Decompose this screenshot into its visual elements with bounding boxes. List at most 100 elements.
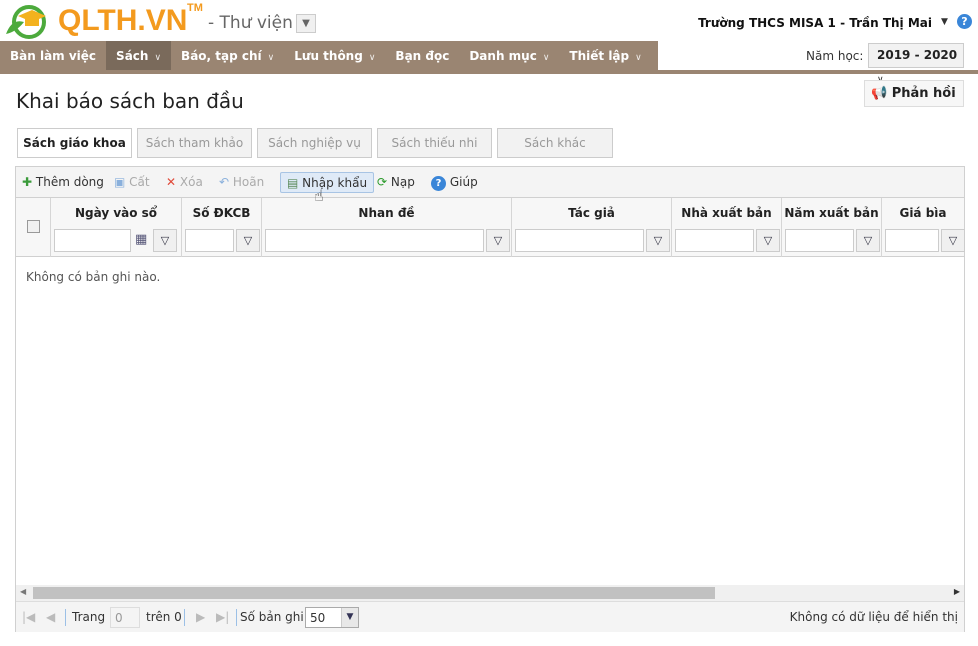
filter-button[interactable]: ▽ [486, 229, 510, 252]
tab-sach-tham-khao[interactable]: Sách tham khảo [137, 128, 252, 158]
column-label: Giá bìa [899, 206, 947, 220]
hand-cursor-icon: ☝ [314, 186, 324, 205]
select-all-column [16, 198, 51, 257]
chevron-down-icon: ∨ [267, 53, 275, 63]
column-nam-xuat-ban: Năm xuất bản ▽ [782, 198, 882, 257]
page-input[interactable]: 0 [110, 607, 140, 628]
chevron-down-icon: ∨ [635, 53, 642, 63]
column-nhan-de: Nhan đề ▽ [262, 198, 512, 257]
help-icon[interactable]: ? [957, 14, 972, 29]
undo-icon: ↶ [219, 175, 230, 189]
filter-button[interactable]: ▽ [646, 229, 670, 252]
help-button[interactable]: ? Giúp [431, 172, 478, 193]
caret-down-icon[interactable]: ▼ [941, 17, 948, 27]
pager: |◀ ◀ Trang 0 trên 0 ▶ ▶| Số bản ghi 50 ▼ … [16, 601, 964, 632]
tab-sach-thieu-nhi[interactable]: Sách thiếu nhi [377, 128, 492, 158]
reload-icon: ⟳ [377, 175, 388, 189]
add-label: Thêm dòng [35, 175, 104, 189]
year-select[interactable]: 2019 - 2020 ∨ [868, 43, 964, 85]
next-page-icon[interactable]: ▶ [196, 610, 205, 624]
page-size-value: 50 [310, 611, 326, 625]
import-label: Nhập khẩu [302, 176, 368, 190]
nav-label: Bạn đọc [395, 49, 450, 63]
filter-input[interactable] [785, 229, 854, 252]
column-label: Nhan đề [358, 206, 415, 220]
save-icon: ▣ [114, 175, 126, 189]
scroll-left-icon[interactable]: ◀ [20, 587, 26, 596]
delete-label: Xóa [179, 175, 203, 189]
filter-button[interactable]: ▽ [236, 229, 260, 252]
user-menu[interactable]: Trường THCS MISA 1 - Trần Thị Mai [698, 16, 932, 30]
page-total: trên 0 [146, 610, 182, 624]
scrollbar-thumb[interactable] [33, 587, 715, 599]
tab-sach-khac[interactable]: Sách khác [497, 128, 613, 158]
column-label: Nhà xuất bản [681, 206, 772, 220]
nav-ban-doc[interactable]: Bạn đọc [385, 41, 459, 71]
tab-sach-nghiep-vu[interactable]: Sách nghiệp vụ [257, 128, 372, 158]
nav-sach[interactable]: Sách ∨ [106, 41, 172, 71]
reload-button[interactable]: ⟳ Nạp [377, 172, 415, 193]
nav-label: Báo, tạp chí [181, 49, 262, 63]
add-row-button[interactable]: ✚ Thêm dòng [22, 172, 104, 193]
nav-ban-lam-viec[interactable]: Bàn làm việc [0, 41, 106, 71]
filter-button[interactable]: ▽ [756, 229, 780, 252]
column-label: Số ĐKCB [192, 206, 251, 220]
column-label: Ngày vào sổ [74, 206, 158, 220]
filter-button[interactable]: ▽ [856, 229, 880, 252]
nav-label: Danh mục [469, 49, 537, 63]
tab-sach-giao-khoa[interactable]: Sách giáo khoa [17, 128, 132, 158]
undo-button[interactable]: ↶ Hoãn [219, 172, 264, 193]
filter-input[interactable] [885, 229, 939, 252]
feedback-label: Phản hồi [891, 86, 956, 101]
grid-toolbar: ✚ Thêm dòng ▣ Cất ✕ Xóa ↶ Hoãn ▤ Nhập kh… [16, 167, 964, 198]
scroll-right-icon[interactable]: ▶ [954, 587, 960, 596]
horizontal-scrollbar[interactable]: ◀ ▶ [16, 585, 964, 601]
nav-label: Sách [116, 49, 149, 63]
nav-label: Lưu thông [294, 49, 363, 63]
nav-bao-tap-chi[interactable]: Báo, tạp chí ∨ [171, 41, 284, 71]
import-button[interactable]: ▤ Nhập khẩu [280, 172, 375, 193]
module-name: - Thư viện [208, 13, 293, 33]
select-all-checkbox[interactable] [27, 220, 40, 233]
nav-luu-thong[interactable]: Lưu thông ∨ [284, 41, 385, 71]
page-size-label: Số bản ghi [240, 610, 304, 624]
page-title: Khai báo sách ban đầu [16, 89, 244, 113]
column-gia-bia: Giá bìa ▽ [882, 198, 965, 257]
column-so-dkcb: Số ĐKCB ▽ [182, 198, 262, 257]
pager-separator [65, 609, 66, 626]
chevron-down-icon: ∨ [542, 53, 550, 63]
module-dropdown-button[interactable]: ▼ [296, 14, 316, 33]
import-icon: ▤ [287, 176, 299, 190]
filter-button[interactable]: ▽ [941, 229, 965, 252]
filter-button[interactable]: ▽ [153, 229, 177, 252]
filter-input[interactable] [54, 229, 131, 252]
filter-input[interactable] [265, 229, 484, 252]
nav-label: Báo cáo [661, 49, 715, 63]
first-page-icon[interactable]: |◀ [22, 610, 35, 624]
prev-page-icon[interactable]: ◀ [46, 610, 55, 624]
column-ngay-vao-so: Ngày vào sổ ▦ ▽ [51, 198, 182, 257]
filter-input[interactable] [675, 229, 754, 252]
add-icon: ✚ [22, 175, 33, 189]
feedback-button[interactable]: 📢 Phản hồi [864, 80, 964, 107]
undo-label: Hoãn [232, 175, 265, 189]
calendar-icon[interactable]: ▦ [135, 232, 147, 247]
page-size-select[interactable]: 50 ▼ [305, 607, 359, 628]
nav-danh-muc[interactable]: Danh mục ∨ [459, 41, 559, 71]
books-grid: ✚ Thêm dòng ▣ Cất ✕ Xóa ↶ Hoãn ▤ Nhập kh… [15, 166, 965, 632]
delete-button[interactable]: ✕ Xóa [166, 172, 203, 193]
main-nav: Bàn làm việc Sách ∨ Báo, tạp chí ∨ Lưu thô… [0, 41, 715, 71]
megaphone-icon: 📢 [871, 86, 888, 101]
page-label: Trang [72, 610, 106, 624]
brand-name: QLTH.VN [58, 4, 188, 37]
nav-thiet-lap[interactable]: Thiết lập ∨ [559, 41, 651, 71]
filter-input[interactable] [515, 229, 644, 252]
last-page-icon[interactable]: ▶| [216, 610, 229, 624]
nav-label: Bàn làm việc [10, 49, 97, 63]
nav-bao-cao[interactable]: Báo cáo [652, 41, 725, 71]
nav-divider [0, 70, 978, 74]
save-button[interactable]: ▣ Cất [114, 172, 150, 193]
reload-label: Nạp [390, 175, 415, 189]
column-label: Tác giả [568, 206, 615, 220]
filter-input[interactable] [185, 229, 234, 252]
